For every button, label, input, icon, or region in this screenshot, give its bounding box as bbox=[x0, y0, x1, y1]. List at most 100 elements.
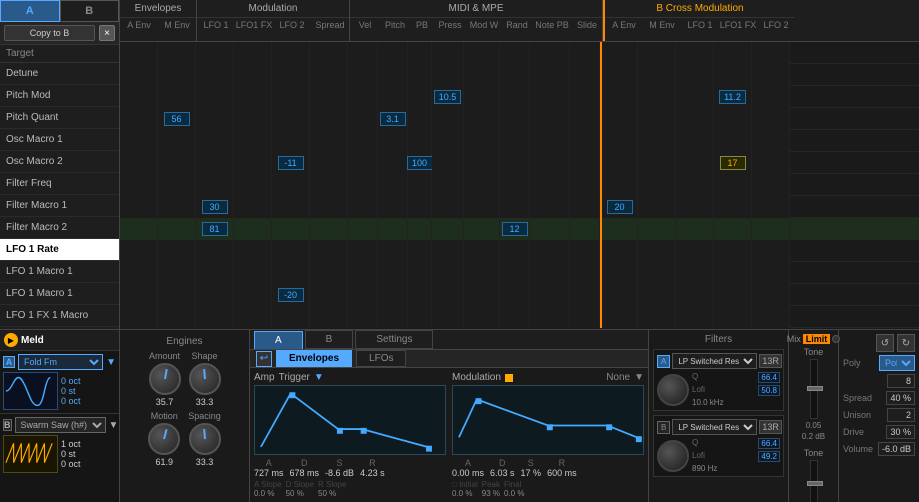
list-item[interactable]: Osc Macro 2 bbox=[0, 151, 119, 173]
peak-val: 93 % bbox=[482, 489, 500, 498]
filter-a-lofi-value[interactable]: 50.8 bbox=[758, 385, 780, 396]
spread-value[interactable]: 40 % bbox=[886, 391, 915, 405]
trigger-dropdown[interactable]: ▼ bbox=[314, 372, 324, 383]
filter-b-slot: 13R bbox=[759, 420, 782, 434]
cell-value[interactable]: 20 bbox=[607, 200, 633, 214]
table-row bbox=[120, 306, 919, 328]
filter-a-knob[interactable] bbox=[657, 374, 689, 406]
play-button[interactable]: ▶ bbox=[4, 333, 18, 347]
voices-value[interactable]: 8 bbox=[887, 374, 915, 388]
cell-value[interactable]: -20 bbox=[278, 288, 304, 302]
table-row: 10.5 11.2 bbox=[120, 86, 919, 108]
undo-icon[interactable]: ↺ bbox=[876, 334, 894, 352]
list-item[interactable]: Pitch Mod bbox=[0, 85, 119, 107]
peak-label: Peak bbox=[482, 480, 500, 489]
table-row bbox=[120, 130, 919, 152]
tab-a[interactable]: A bbox=[0, 0, 60, 22]
st-a: 0 st bbox=[61, 386, 81, 396]
volume-value[interactable]: -6.0 dB bbox=[878, 442, 915, 456]
list-item[interactable]: Filter Macro 2 bbox=[0, 217, 119, 239]
cell-value[interactable]: 56 bbox=[164, 112, 190, 126]
mod-dropdown-arrow[interactable]: ▼ bbox=[634, 372, 644, 383]
envelopes-tab[interactable]: Envelopes bbox=[276, 350, 352, 367]
cell-value[interactable]: 100 bbox=[407, 156, 433, 170]
oct2-b: 0 oct bbox=[61, 459, 81, 469]
shape-knob[interactable] bbox=[189, 363, 221, 395]
engine-a-arrow[interactable]: ▼ bbox=[106, 357, 116, 368]
poly-select[interactable]: Poly bbox=[879, 355, 915, 371]
redo-icon[interactable]: ↻ bbox=[897, 334, 915, 352]
poly-label: Poly bbox=[843, 358, 861, 368]
cell-value[interactable]: 10.5 bbox=[434, 90, 462, 104]
tab-settings[interactable]: Settings bbox=[355, 330, 433, 349]
filter-a-freq: 10.0 kHz bbox=[692, 398, 780, 407]
lfos-tab[interactable]: LFOs bbox=[356, 350, 406, 367]
list-item[interactable]: LFO 1 Macro 1 bbox=[0, 261, 119, 283]
filter-a-select[interactable]: LP Switched Res bbox=[672, 353, 757, 369]
table-row bbox=[120, 64, 919, 86]
list-item[interactable]: LFO 1 FX 1 Macro bbox=[0, 305, 119, 327]
motion-knob[interactable] bbox=[148, 423, 180, 455]
engine-b-arrow[interactable]: ▼ bbox=[109, 420, 119, 431]
close-button[interactable]: × bbox=[99, 25, 115, 41]
unison-value[interactable]: 2 bbox=[887, 408, 915, 422]
filter-b-q-value[interactable]: 66.4 bbox=[758, 438, 780, 449]
oct2-a: 0 oct bbox=[61, 396, 81, 406]
cell-value[interactable]: 12 bbox=[502, 222, 528, 236]
volume-label: Volume bbox=[843, 444, 873, 454]
filter-b-label: B bbox=[657, 421, 670, 434]
filter-b-lofi-label: Lofi bbox=[692, 451, 705, 462]
list-item[interactable]: Pitch Quant bbox=[0, 107, 119, 129]
list-item[interactable]: LFO 1 Macro 1 bbox=[0, 283, 119, 305]
list-item[interactable]: Detune bbox=[0, 63, 119, 85]
table-row: -20 bbox=[120, 284, 919, 306]
mix-fader-b[interactable] bbox=[807, 481, 823, 486]
amp-a-val: 727 ms bbox=[254, 468, 284, 478]
copy-to-b-button[interactable]: Copy to B bbox=[4, 25, 95, 41]
mod-dot bbox=[505, 374, 513, 382]
tab-b-synth[interactable]: B bbox=[305, 330, 354, 349]
amount-value: 35.7 bbox=[156, 397, 174, 407]
filter-b-select[interactable]: LP Switched Res bbox=[672, 419, 757, 435]
tab-a-synth[interactable]: A bbox=[254, 331, 303, 349]
mod-label: Modulation bbox=[452, 372, 501, 383]
cell-value[interactable]: 30 bbox=[202, 200, 228, 214]
cell-value[interactable]: 3.1 bbox=[380, 112, 406, 126]
engines-title: Engines bbox=[166, 336, 202, 347]
filter-b-freq: 890 Hz bbox=[692, 464, 780, 473]
waveform-b-display bbox=[3, 435, 58, 473]
drive-value[interactable]: 30 % bbox=[886, 425, 915, 439]
spacing-knob[interactable] bbox=[189, 423, 221, 455]
limit-badge[interactable]: Limit bbox=[803, 334, 831, 344]
st-b: 0 st bbox=[61, 449, 81, 459]
list-item[interactable]: Osc Macro 1 bbox=[0, 129, 119, 151]
waveform-a-display bbox=[3, 372, 58, 410]
mix-db-a-val: 0.2 dB bbox=[802, 432, 825, 441]
filter-a-q-value[interactable]: 66.4 bbox=[758, 372, 780, 383]
mod-r-val: 600 ms bbox=[547, 468, 577, 478]
cell-value[interactable]: 81 bbox=[202, 222, 228, 236]
filter-b-lofi-value[interactable]: 49.2 bbox=[758, 451, 780, 462]
mix-fader-a[interactable] bbox=[807, 386, 823, 391]
target-rows-container: Detune Pitch Mod Pitch Quant Osc Macro 1… bbox=[0, 63, 119, 349]
filter-b-knob[interactable] bbox=[657, 440, 689, 472]
engine-b-select[interactable]: Swarm Saw (h#) bbox=[15, 417, 106, 433]
shape-value: 33.3 bbox=[196, 397, 214, 407]
initial-val: 0.0 % bbox=[452, 489, 478, 498]
tab-b[interactable]: B bbox=[60, 0, 120, 22]
cell-value[interactable]: -11 bbox=[278, 156, 304, 170]
amount-knob[interactable] bbox=[149, 363, 181, 395]
cell-value[interactable]: 17 bbox=[720, 156, 746, 170]
env-return-icon[interactable]: ↩ bbox=[256, 351, 272, 367]
d-slope-label: D Slope bbox=[286, 480, 314, 489]
filters-title: Filters bbox=[653, 334, 784, 345]
mod-d-val: 6.03 s bbox=[490, 468, 515, 478]
table-row bbox=[120, 174, 919, 196]
cell-value[interactable]: 11.2 bbox=[719, 90, 746, 104]
engine-a-select[interactable]: Fold Fm bbox=[18, 354, 103, 370]
list-item[interactable]: Filter Freq bbox=[0, 173, 119, 195]
list-item[interactable]: Filter Macro 1 bbox=[0, 195, 119, 217]
amount-label: Amount bbox=[149, 351, 180, 361]
filter-a-lofi-label: Lofi bbox=[692, 385, 705, 396]
list-item-active[interactable]: LFO 1 Rate bbox=[0, 239, 119, 261]
